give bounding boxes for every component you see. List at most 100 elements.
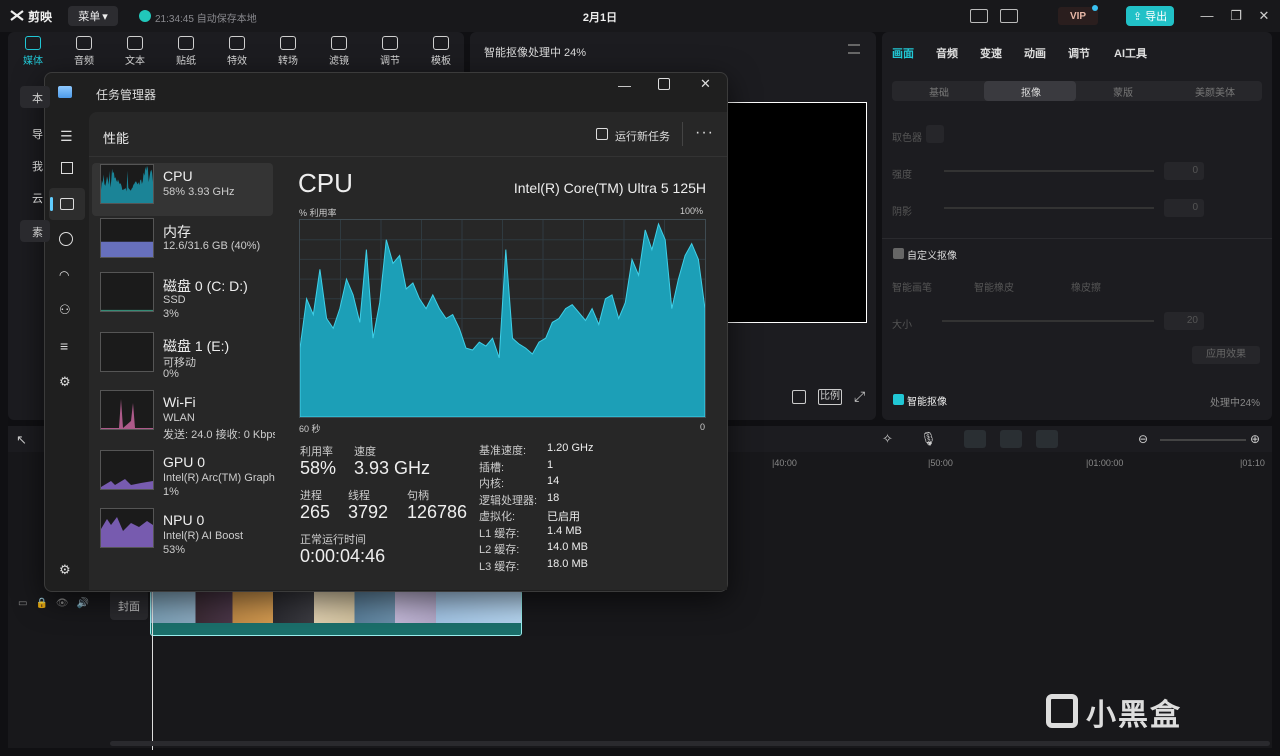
properties-tab[interactable]: 画面 [892, 45, 914, 61]
properties-tab[interactable]: 变速 [980, 45, 1002, 61]
segment-tab[interactable]: 抠像 [986, 84, 1076, 99]
tool-3[interactable]: 贴纸 [166, 36, 206, 67]
preview-axis-icon[interactable] [1036, 430, 1058, 448]
perf-sparkline [101, 479, 153, 489]
properties-tab[interactable]: 动画 [1024, 45, 1046, 61]
tool-6[interactable]: 滤镜 [319, 36, 359, 67]
handles-value: 126786 [407, 502, 468, 522]
task-manager-app-icon [58, 86, 72, 98]
tool-5[interactable]: 转场 [268, 36, 308, 67]
media-icon [25, 36, 41, 50]
tm-maximize-icon[interactable] [658, 78, 670, 90]
minimize-icon[interactable]: — [1200, 9, 1214, 23]
menu-icon[interactable] [848, 44, 860, 54]
ratio-button[interactable]: 比例 [818, 389, 842, 405]
segment-tab[interactable]: 美颜美体 [1170, 84, 1260, 99]
tool-2[interactable]: 文本 [115, 36, 155, 67]
media-sidebar-item[interactable]: 本 [20, 86, 50, 108]
media-sidebar-item[interactable]: 导 [20, 122, 50, 144]
custom-cutout-checkbox[interactable] [893, 248, 904, 259]
perf-item-name[interactable]: Wi-Fi [163, 394, 196, 410]
zoom-in-icon[interactable]: ⊕ [1250, 432, 1260, 446]
text-icon [127, 36, 143, 50]
track-controls-icons[interactable]: ▭🔒👁🔊 [18, 598, 97, 609]
detail-key: L1 缓存: [479, 527, 520, 540]
snap-icon[interactable] [1000, 430, 1022, 448]
segment-tab[interactable]: 蒙版 [1078, 84, 1168, 99]
ruler-tick: |50:00 [928, 458, 953, 468]
tool-7[interactable]: 调节 [370, 36, 410, 67]
link-icon[interactable] [964, 430, 986, 448]
perf-item-name[interactable]: GPU 0 [163, 454, 205, 470]
zoom-slider[interactable] [1160, 439, 1246, 441]
performance-icon[interactable] [60, 198, 74, 210]
detail-value: 14 [547, 475, 560, 487]
effects-icon [229, 36, 245, 50]
utilization-value: 58% [300, 458, 337, 478]
tool-4[interactable]: 特效 [217, 36, 257, 67]
tm-minimize-icon[interactable]: — [618, 78, 631, 93]
export-button[interactable]: ⇪ 导出 [1126, 6, 1174, 26]
layout-icon[interactable] [1000, 9, 1018, 23]
zoom-out-icon[interactable]: ⊖ [1138, 432, 1148, 446]
more-options-icon[interactable]: ··· [695, 124, 714, 142]
settings-icon[interactable]: ⚙ [59, 562, 71, 578]
ruler-tick: |01:10 [1240, 458, 1265, 468]
smart-brush-label: 智能画笔 [892, 283, 932, 294]
perf-item-name[interactable]: 内存 [163, 222, 191, 242]
users-icon[interactable]: ⚇ [59, 302, 71, 318]
tool-0[interactable]: 媒体 [13, 36, 53, 67]
tool-8[interactable]: 模板 [421, 36, 461, 67]
shadow-input[interactable]: 0 [1164, 199, 1204, 217]
media-sidebar-item[interactable]: 云 [20, 186, 50, 208]
graph-y-label: % 利用率 [299, 208, 337, 218]
audio-icon [76, 36, 92, 50]
restore-icon[interactable]: ❐ [1229, 9, 1243, 23]
perf-item-name[interactable]: NPU 0 [163, 512, 204, 528]
perf-sparkline [101, 333, 153, 371]
fit-icon[interactable] [792, 390, 806, 404]
hamburger-icon[interactable]: ☰ [60, 128, 73, 145]
brush-size-input[interactable]: 20 [1164, 312, 1204, 330]
strength-slider[interactable] [944, 170, 1154, 172]
startup-apps-icon[interactable]: ◠ [59, 268, 69, 282]
magic-icon[interactable]: ✧ [882, 431, 893, 447]
perf-thumb [100, 508, 154, 548]
eraser-label: 橡皮擦 [1071, 283, 1101, 294]
strength-input[interactable]: 0 [1164, 162, 1204, 180]
tool-1[interactable]: 音频 [64, 36, 104, 67]
timeline-scrollbar[interactable] [110, 741, 1270, 746]
tool-label: 滤镜 [329, 56, 349, 67]
media-sidebar-item[interactable]: 素 [20, 220, 50, 242]
cover-button[interactable]: 封面 [110, 590, 148, 620]
divider [89, 156, 727, 157]
services-icon[interactable]: ⚙ [59, 374, 71, 390]
perf-item-name[interactable]: 磁盘 1 (E:) [163, 336, 229, 356]
tool-label: 媒体 [23, 56, 43, 67]
microphone-icon[interactable]: 🎙 [920, 431, 937, 447]
select-tool-icon[interactable]: ↖ [16, 432, 27, 448]
perf-item-name[interactable]: CPU [163, 168, 193, 184]
shadow-slider[interactable] [944, 207, 1154, 209]
properties-tab[interactable]: AI工具 [1114, 45, 1147, 61]
brush-size-slider[interactable] [942, 320, 1154, 322]
processes-icon[interactable] [61, 162, 73, 174]
tm-close-icon[interactable]: ✕ [700, 76, 711, 92]
details-icon[interactable]: ≡ [60, 338, 68, 354]
detail-value: 1.4 MB [547, 524, 582, 537]
segment-tab[interactable]: 基础 [894, 84, 984, 99]
eyedropper-icon[interactable] [926, 125, 944, 143]
fullscreen-icon[interactable]: ⤢ [854, 388, 865, 405]
keyboard-icon[interactable] [970, 9, 988, 23]
media-sidebar-item[interactable]: 我 [20, 154, 50, 176]
smart-cutout-checkbox[interactable] [893, 394, 904, 405]
close-icon[interactable]: ✕ [1257, 9, 1271, 23]
perf-item-detail: Intel(R) Arc(TM) Graphics [163, 472, 275, 484]
properties-tab[interactable]: 音频 [936, 45, 958, 61]
run-new-task-button[interactable]: 运行新任务 [615, 128, 670, 144]
apply-effect-button[interactable]: 应用效果 [1192, 346, 1260, 364]
perf-item-name[interactable]: 磁盘 0 (C: D:) [163, 276, 248, 296]
app-history-icon[interactable] [59, 232, 73, 246]
video-clip[interactable] [150, 590, 522, 636]
properties-tab[interactable]: 调节 [1068, 45, 1090, 61]
